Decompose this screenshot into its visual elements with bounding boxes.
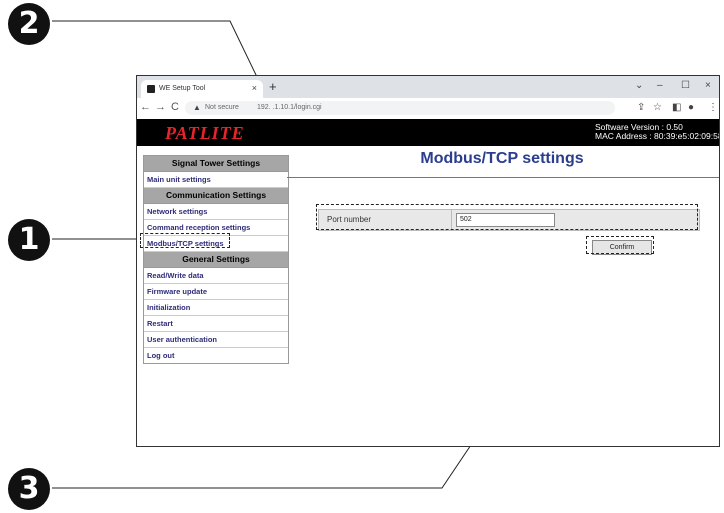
highlight-port-number (316, 204, 698, 230)
highlight-confirm (586, 236, 654, 254)
callout-badge-1: 1 (8, 219, 50, 261)
sidebar-heading-communication: Communication Settings (144, 188, 288, 204)
forward-icon[interactable]: → (155, 101, 166, 113)
tab-title: WE Setup Tool (159, 85, 206, 92)
warning-icon: ▲ (193, 103, 201, 112)
close-window-icon[interactable]: × (705, 80, 711, 91)
star-icon[interactable]: ☆ (653, 102, 662, 113)
sidebar-item-log-out[interactable]: Log out (144, 348, 288, 363)
sidebar-item-main-unit[interactable]: Main unit settings (144, 172, 288, 188)
version-info: Software Version : 0.50 MAC Address : 80… (595, 123, 720, 141)
favicon-icon (147, 85, 155, 93)
patlite-logo: PATLITE (165, 123, 245, 143)
sidebar-item-firmware[interactable]: Firmware update (144, 284, 288, 300)
sidebar-item-initialization[interactable]: Initialization (144, 300, 288, 316)
sidebar-item-read-write[interactable]: Read/Write data (144, 268, 288, 284)
address-bar[interactable]: ▲ Not secure 192. .1.10.1/login.cgi (185, 101, 615, 115)
new-tab-icon[interactable]: + (269, 79, 277, 94)
browser-window: WE Setup Tool × + ⌄ – ☐ × ← → C ▲ Not se… (136, 75, 720, 447)
minimize-icon[interactable]: – (657, 80, 663, 91)
title-divider (287, 177, 719, 178)
profile-icon[interactable]: ● (688, 102, 694, 113)
security-label: Not secure (205, 104, 239, 111)
maximize-icon[interactable]: ☐ (681, 80, 690, 91)
sidebar-item-restart[interactable]: Restart (144, 316, 288, 332)
highlight-modbus-menu (140, 233, 230, 248)
sidebar-icon[interactable]: ◧ (672, 102, 681, 113)
sidebar-item-user-auth[interactable]: User authentication (144, 332, 288, 348)
page-header: PATLITE Software Version : 0.50 MAC Addr… (137, 119, 719, 146)
callout-badge-3: 3 (8, 468, 50, 510)
reload-icon[interactable]: C (171, 101, 179, 113)
share-icon[interactable]: ⇪ (637, 102, 645, 113)
sidebar-heading-general: General Settings (144, 252, 288, 268)
page-title: Modbus/TCP settings (420, 150, 584, 167)
menu-icon[interactable]: ⋮ (708, 102, 718, 113)
tab-search-icon[interactable]: ⌄ (635, 80, 643, 91)
back-icon[interactable]: ← (140, 101, 151, 113)
url-text[interactable]: 192. .1.10.1/login.cgi (257, 104, 322, 111)
close-tab-icon[interactable]: × (252, 83, 257, 93)
callout-badge-2: 2 (8, 3, 50, 45)
browser-toolbar: ← → C ▲ Not secure 192. .1.10.1/login.cg… (137, 98, 719, 120)
sidebar-menu: Signal Tower Settings Main unit settings… (143, 155, 289, 364)
mac-address: MAC Address : 80:39:e5:02:09:58 (595, 131, 720, 141)
sidebar-heading-signal-tower: Signal Tower Settings (144, 156, 288, 172)
sidebar-item-network[interactable]: Network settings (144, 204, 288, 220)
tab-strip: WE Setup Tool × + ⌄ – ☐ × (137, 76, 719, 98)
browser-tab[interactable]: WE Setup Tool × (141, 80, 263, 98)
